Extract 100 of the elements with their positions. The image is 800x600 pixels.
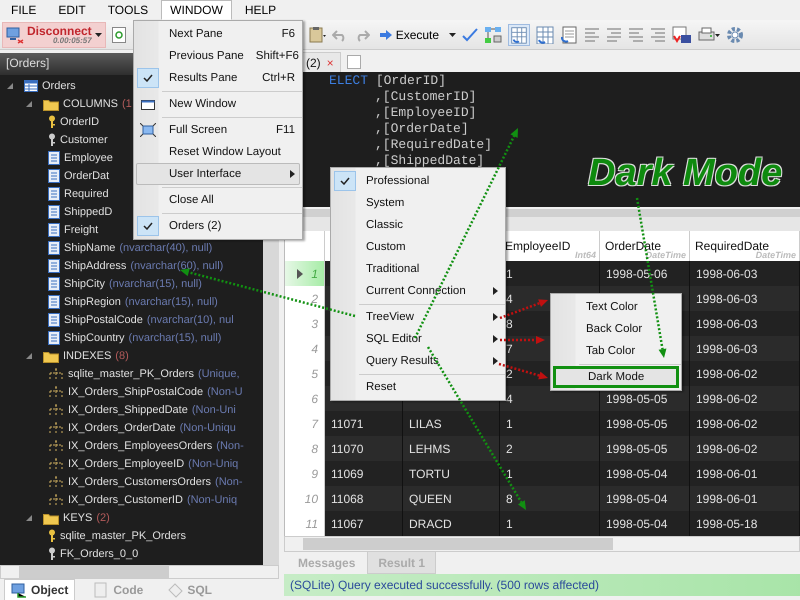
tree-item[interactable]: IX_Orders_CustomerID (Non-Uniq xyxy=(0,491,263,509)
tree-item[interactable]: IX_Orders_CustomersOrders (Non- xyxy=(0,473,263,491)
table-cell: 1998-06-02 xyxy=(690,436,800,461)
diagram-icon[interactable] xyxy=(484,26,502,44)
menu-item[interactable]: WINDOW xyxy=(161,0,232,20)
column-icon xyxy=(48,223,60,237)
index-icon xyxy=(48,422,64,434)
tree-item[interactable]: KEYS (2) xyxy=(0,509,263,527)
column-type: (nvarchar(15), null) xyxy=(108,278,202,290)
tree-item[interactable]: ShipAddress (nvarchar(60), null) xyxy=(0,257,263,275)
menu-item[interactable]: Dark Mode xyxy=(553,366,679,388)
tree-item[interactable]: INDEXES (8) xyxy=(0,347,263,365)
menu-item[interactable]: Next Pane F6 xyxy=(136,23,300,45)
table-cell: 1998-06-01 xyxy=(690,461,800,486)
tree-item[interactable]: ShipCountry (nvarchar(15), null) xyxy=(0,329,263,347)
menu-item[interactable]: FILE xyxy=(2,0,46,20)
menu-item[interactable]: Reset xyxy=(333,376,503,398)
table-cell: 1998-05-04 xyxy=(600,486,690,511)
menu-item[interactable]: Classic xyxy=(333,214,503,236)
tree-item[interactable]: IX_Orders_EmployeesOrders (Non- xyxy=(0,437,263,455)
tree-item[interactable]: ShipCity (nvarchar(15), null) xyxy=(0,275,263,293)
column-type: DateTime xyxy=(646,250,686,260)
code-line: ELECT [OrderID] xyxy=(329,73,448,89)
align-icon[interactable] xyxy=(650,28,666,42)
menu-item[interactable]: Professional xyxy=(333,170,503,192)
new-tab-button[interactable] xyxy=(346,55,361,69)
disconnect-button[interactable]: Disconnect 0.00:05:57 xyxy=(2,22,106,48)
table-cell: 1998-06-02 xyxy=(690,361,800,386)
tree-item[interactable]: ShipPostalCode (nvarchar(10), nul xyxy=(0,311,263,329)
column-icon xyxy=(48,313,60,327)
code-line: ,[EmployeeID] xyxy=(374,105,478,121)
fullscreen-icon xyxy=(140,123,156,137)
column-icon xyxy=(48,151,60,165)
column-type: Int64 xyxy=(574,250,596,260)
tree-item[interactable]: sqlite_master_PK_Orders xyxy=(0,527,263,545)
checkbox[interactable] xyxy=(334,171,356,191)
column-type: (nvarchar(15), null) xyxy=(124,296,218,308)
tree-item[interactable]: IX_Orders_ShippedDate (Non-Uni xyxy=(0,401,263,419)
table-cell: 11069 xyxy=(325,461,403,486)
align-icon[interactable] xyxy=(628,28,644,42)
table-cell: 1998-06-01 xyxy=(690,486,800,511)
disconnect-label: Disconnect xyxy=(27,24,92,36)
align-icon[interactable] xyxy=(606,28,622,42)
column-type: (nvarchar(15), null) xyxy=(128,332,222,344)
clipboard-icon[interactable] xyxy=(308,26,326,42)
settings-icon[interactable] xyxy=(726,26,744,44)
grid-icon[interactable] xyxy=(508,24,530,46)
table-cell: 1998-06-02 xyxy=(690,411,800,436)
menu-item[interactable]: Custom xyxy=(333,236,503,258)
export-icon[interactable] xyxy=(672,26,692,44)
check-icon xyxy=(143,74,153,82)
checkbox[interactable] xyxy=(137,68,159,88)
column-icon xyxy=(48,259,60,273)
tree-item[interactable]: ShipName (nvarchar(40), null) xyxy=(0,239,263,257)
column-type: (nvarchar(60), null) xyxy=(130,260,224,272)
menu-item[interactable]: Orders (2) xyxy=(136,215,300,237)
menu-item[interactable]: TOOLS xyxy=(98,0,158,20)
menu-item[interactable]: TreeView xyxy=(333,306,503,328)
horizontal-scrollbar[interactable] xyxy=(284,536,800,552)
menu-item[interactable]: Query Results xyxy=(333,350,503,372)
tree-item[interactable]: IX_Orders_EmployeeID (Non-Uniq xyxy=(0,455,263,473)
column-type: (Unique, xyxy=(198,368,240,380)
index-icon xyxy=(48,458,64,470)
execute-button[interactable]: Execute xyxy=(376,26,444,44)
window-icon xyxy=(141,98,155,110)
table-cell: 11067 xyxy=(325,511,403,536)
caret-icon[interactable] xyxy=(449,32,456,36)
refresh-icon[interactable] xyxy=(112,26,126,42)
menu-item[interactable]: Traditional xyxy=(333,258,503,280)
column-type: (Non-Uniqu xyxy=(180,422,236,434)
menu-item[interactable]: HELP xyxy=(236,0,286,20)
check-icon xyxy=(143,222,153,230)
status-bar: (SQLite) Query executed successfully. (500 rows affected) xyxy=(284,574,800,596)
horizontal-scrollbar[interactable] xyxy=(0,565,279,579)
checkbox[interactable] xyxy=(137,216,159,236)
panel-tab[interactable]: Object xyxy=(4,578,76,600)
check-icon xyxy=(340,177,350,185)
checkmark-icon[interactable] xyxy=(462,28,478,42)
menu-item[interactable]: EDIT xyxy=(49,0,95,20)
code-line: ,[ShippedDate] xyxy=(374,153,486,169)
code-line: ,[CustomerID] xyxy=(374,89,478,105)
column-icon xyxy=(48,295,60,309)
menu-item[interactable]: User Interface xyxy=(136,163,300,185)
connection-timer: 0.00:05:57 xyxy=(52,36,92,44)
align-icon[interactable] xyxy=(584,28,600,42)
table-cell: 11070 xyxy=(325,436,403,461)
menu-item[interactable]: Current Connection xyxy=(333,280,503,302)
menu-item[interactable]: Results Pane Ctrl+R xyxy=(136,67,300,89)
column-type: (Non-U xyxy=(207,386,243,398)
printer-icon[interactable] xyxy=(698,26,720,42)
tree-item[interactable]: ShipRegion (nvarchar(15), null) xyxy=(0,293,263,311)
table-cell: 1998-06-03 xyxy=(690,311,800,336)
tree-item[interactable]: IX_Orders_OrderDate (Non-Uniqu xyxy=(0,419,263,437)
tree-item[interactable]: IX_Orders_ShipPostalCode (Non-U xyxy=(0,383,263,401)
close-button[interactable]: × xyxy=(326,56,334,70)
folder-icon xyxy=(43,350,59,362)
tree-item[interactable]: FK_Orders_0_0 xyxy=(0,545,263,563)
menu-item[interactable]: SQL Editor xyxy=(333,328,503,350)
tree-item[interactable]: sqlite_master_PK_Orders (Unique, xyxy=(0,365,263,383)
table-cell: 1998-05-05 xyxy=(600,411,690,436)
